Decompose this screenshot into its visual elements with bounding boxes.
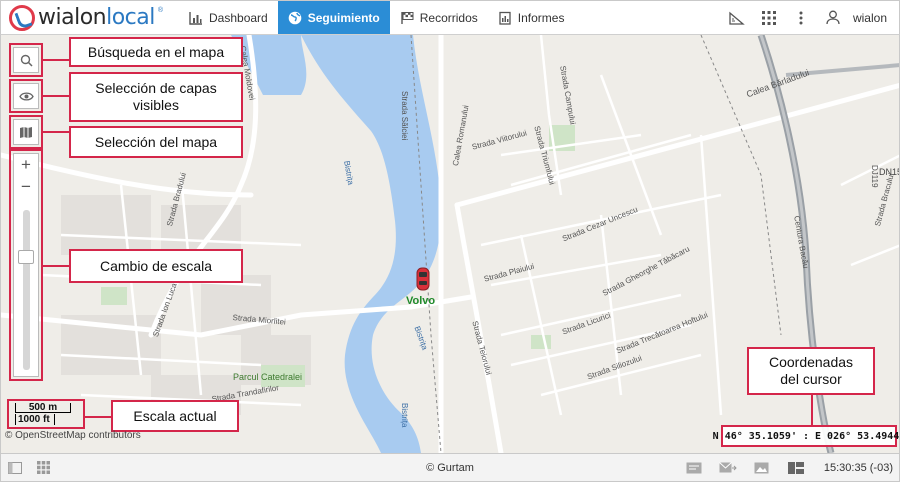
annotation-frame bbox=[9, 79, 43, 113]
river-label: Bistrița bbox=[400, 403, 409, 428]
nav-dashboard[interactable]: Dashboard bbox=[179, 1, 278, 34]
mail-forward-icon bbox=[719, 461, 737, 472]
map-attribution[interactable]: © OpenStreetMap contributors bbox=[5, 430, 141, 441]
cursor-coordinates: N 46° 35.1059' : E 026° 53.4944' bbox=[713, 425, 899, 447]
callout-cursor: Coordenadas del cursor bbox=[747, 347, 875, 395]
callout-map-select: Selección del mapa bbox=[69, 126, 243, 158]
nav-seguimiento[interactable]: Seguimiento bbox=[277, 1, 390, 34]
car-unit-icon[interactable] bbox=[415, 266, 431, 292]
username[interactable]: wialon bbox=[849, 11, 899, 25]
map-scale: 500 m 1000 ft bbox=[13, 403, 83, 427]
scale-imperial: 1000 ft bbox=[15, 414, 55, 425]
map-viewport[interactable]: Calea Moldovei Strada Sălciei Strada Cam… bbox=[0, 35, 900, 453]
user-menu-button[interactable] bbox=[817, 1, 849, 35]
annotation-frame bbox=[9, 149, 43, 381]
nav-informes[interactable]: Informes bbox=[488, 1, 575, 34]
grid-icon bbox=[36, 461, 50, 474]
notification-icon bbox=[686, 462, 702, 473]
scale-metric: 500 m bbox=[15, 403, 71, 413]
callout-scale: Escala actual bbox=[111, 400, 239, 432]
logo-mark-icon bbox=[9, 4, 35, 31]
measure-tool-button[interactable] bbox=[721, 1, 753, 35]
street-label: Strada Sălciei bbox=[400, 91, 409, 141]
nav-informes-label: Informes bbox=[517, 10, 565, 25]
clock-time: 15:30:35 (-03) bbox=[823, 461, 893, 474]
grid-icon bbox=[761, 10, 776, 25]
top-navigation-bar: wialonlocal ® Dashboard Seguimiento Reco… bbox=[0, 0, 900, 35]
annotation-frame bbox=[9, 43, 43, 77]
nav-dashboard-label: Dashboard bbox=[209, 10, 268, 25]
report-icon bbox=[499, 11, 511, 25]
annotation-frame bbox=[9, 115, 43, 149]
apps-grid-button[interactable] bbox=[753, 1, 785, 35]
unit-label[interactable]: Volvo bbox=[406, 295, 435, 307]
nav-seguimiento-label: Seguimiento bbox=[307, 10, 380, 25]
layout-button[interactable] bbox=[782, 454, 810, 481]
callout-layers: Selección de capas visibles bbox=[69, 72, 243, 122]
road-number-label: DN15 bbox=[879, 167, 900, 177]
notifications-button[interactable] bbox=[680, 454, 708, 481]
callout-zoom: Cambio de escala bbox=[69, 249, 243, 283]
user-icon bbox=[826, 10, 840, 25]
more-vertical-icon bbox=[799, 11, 803, 24]
more-menu-button[interactable] bbox=[785, 1, 817, 35]
nav-recorridos-label: Recorridos bbox=[419, 10, 478, 25]
bottom-status-bar: © Gurtam 15:30:35 (-03) bbox=[0, 453, 900, 482]
flag-icon bbox=[401, 11, 414, 24]
mini-grid-button[interactable] bbox=[29, 454, 57, 481]
ruler-icon bbox=[729, 11, 745, 25]
layout-icon bbox=[787, 461, 804, 474]
wialon-logo[interactable]: wialonlocal ® bbox=[1, 1, 179, 34]
logo-text: wialonlocal bbox=[38, 5, 155, 30]
gallery-button[interactable] bbox=[748, 454, 776, 481]
globe-icon bbox=[288, 11, 302, 24]
chart-icon bbox=[189, 11, 202, 25]
street-label: DJ119 bbox=[870, 165, 879, 188]
toggle-panel-button[interactable] bbox=[1, 454, 29, 481]
image-icon bbox=[754, 462, 769, 473]
callout-search: Búsqueda en el mapa bbox=[69, 37, 243, 67]
park-label: Parcul Catedralei bbox=[233, 372, 303, 382]
panel-icon bbox=[8, 461, 22, 474]
messages-button[interactable] bbox=[714, 454, 742, 481]
nav-recorridos[interactable]: Recorridos bbox=[390, 1, 488, 34]
